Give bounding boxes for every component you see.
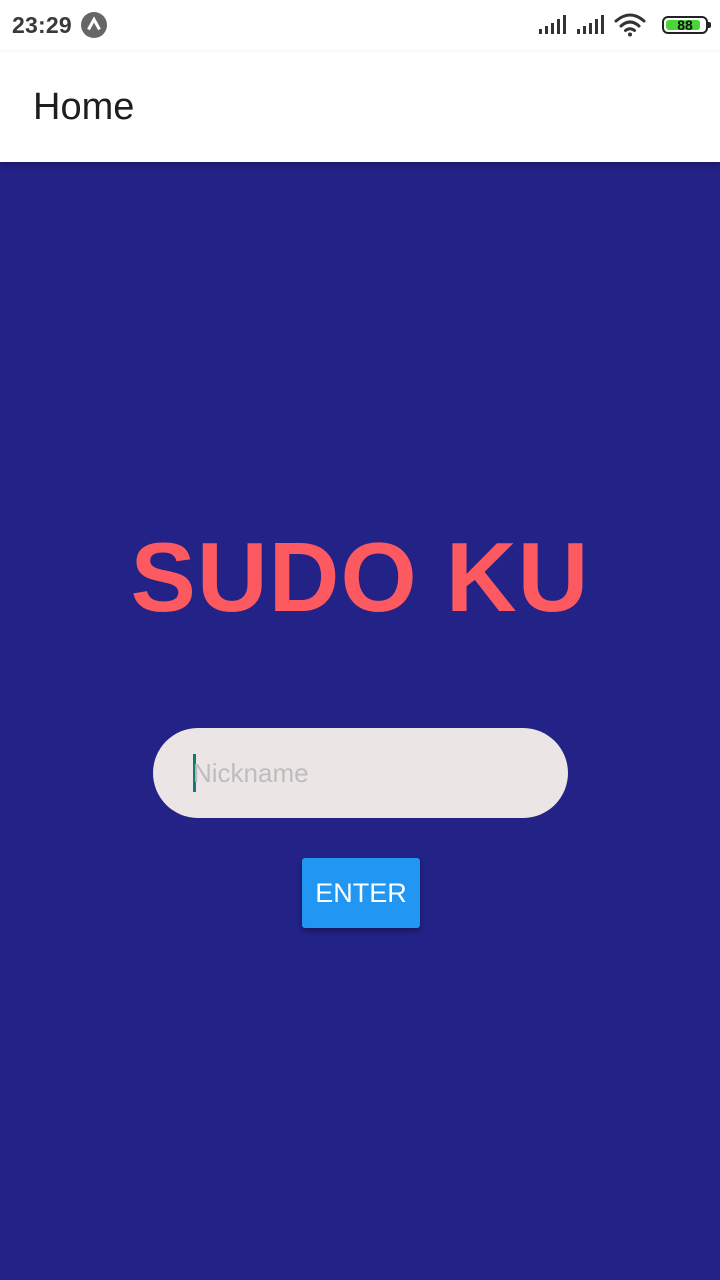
signal-icon [577,15,604,34]
enter-button[interactable]: ENTER [302,858,420,928]
game-title: SUDO KU [130,522,590,632]
battery-level: 88 [677,17,693,33]
signal-icon [539,15,566,34]
battery-icon: 88 [662,16,711,34]
status-bar: 23:29 88 [0,0,720,52]
battery-tip [708,22,711,28]
status-time: 23:29 [12,12,72,38]
page-title: Home [33,86,135,128]
wifi-icon [614,13,646,37]
app-bar: Home [0,52,720,162]
status-icons: 88 [538,12,711,38]
notification-a-icon [81,12,107,38]
nickname-input[interactable] [193,728,533,818]
main-content: SUDO KU ENTER [0,162,720,1280]
nickname-field[interactable] [153,728,568,818]
